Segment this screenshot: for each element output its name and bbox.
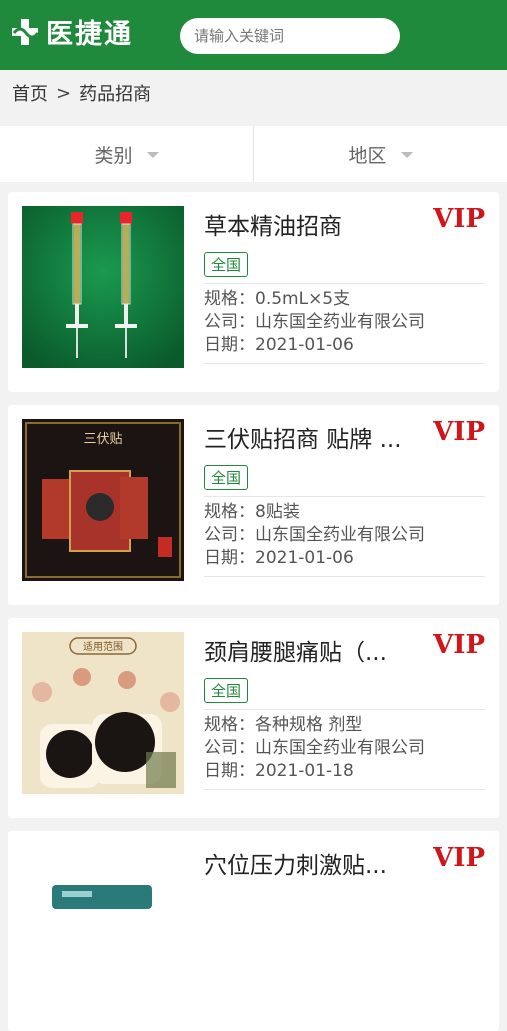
pain-patch-image: 适用范围 [22, 632, 184, 794]
divider [204, 283, 485, 284]
chevron-down-icon [146, 152, 159, 158]
spec-value: 各种规格 剂型 [255, 715, 363, 735]
breadcrumb-home[interactable]: 首页 [12, 80, 48, 106]
vip-badge: VIP [433, 417, 485, 447]
date-value: 2021-01-18 [255, 761, 354, 781]
category-filter[interactable]: 类别 [0, 126, 254, 182]
chevron-down-icon [400, 152, 413, 158]
company-row: 公司：山东国全药业有限公司 [204, 312, 425, 332]
vip-badge: VIP [433, 204, 485, 234]
spec-row: 规格：8贴装 [204, 502, 300, 522]
product-meta: 规格：0.5mL×5支 公司：山东国全药业有限公司 日期：2021-01-06 [204, 288, 485, 357]
date-row: 日期：2021-01-06 [204, 548, 354, 568]
company-value: 山东国全药业有限公司 [255, 738, 425, 758]
region-tag: 全国 [204, 252, 249, 277]
spec-row: 规格：各种规格 剂型 [204, 715, 363, 735]
product-title[interactable]: 三伏贴招商 贴牌 ... [204, 425, 414, 455]
company-row: 公司：山东国全药业有限公司 [204, 738, 425, 758]
plaster-box-image: 三伏贴 [22, 419, 184, 581]
date-value: 2021-01-06 [255, 548, 354, 568]
region-tag: 全国 [204, 678, 249, 703]
app-header: 医捷通 [0, 0, 507, 70]
breadcrumb: 首页 > 药品招商 [0, 70, 507, 116]
logo-icon [8, 15, 42, 49]
product-card[interactable]: 三伏贴 三伏贴招商 贴牌 ... 全国 规格：8贴装 公司：山东国全药业有限公司… [8, 405, 499, 605]
date-row: 日期：2021-01-06 [204, 335, 354, 355]
product-card[interactable]: 草本精油招商 全国 规格：0.5mL×5支 公司：山东国全药业有限公司 日期：2… [8, 192, 499, 392]
product-card[interactable]: 穴位压力刺激贴... VIP [8, 831, 499, 1031]
logo[interactable]: 医捷通 [8, 12, 133, 51]
box-title-text: 三伏贴 [83, 432, 122, 447]
search-input[interactable] [180, 18, 400, 54]
divider [204, 709, 485, 710]
product-meta: 规格：各种规格 剂型 公司：山东国全药业有限公司 日期：2021-01-18 [204, 714, 485, 783]
breadcrumb-current: 药品招商 [79, 84, 152, 105]
vip-badge: VIP [433, 843, 485, 873]
divider [204, 576, 485, 577]
spec-row: 规格：0.5mL×5支 [204, 289, 351, 309]
region-filter[interactable]: 地区 [254, 126, 507, 182]
region-filter-label: 地区 [348, 144, 387, 167]
company-value: 山东国全药业有限公司 [255, 312, 425, 332]
logo-text: 医捷通 [46, 19, 133, 50]
company-row: 公司：山东国全药业有限公司 [204, 525, 425, 545]
acupoint-patch-image [22, 845, 184, 1007]
company-value: 山东国全药业有限公司 [255, 525, 425, 545]
divider [204, 363, 485, 364]
product-title[interactable]: 穴位压力刺激贴... [204, 851, 414, 881]
vip-badge: VIP [433, 630, 485, 660]
product-list: 草本精油招商 全国 规格：0.5mL×5支 公司：山东国全药业有限公司 日期：2… [0, 182, 507, 1031]
region-tag: 全国 [204, 465, 249, 490]
image-caption-text: 适用范围 [83, 640, 123, 653]
date-value: 2021-01-06 [255, 335, 354, 355]
product-card[interactable]: 适用范围 颈肩腰腿痛贴（... 全国 规格：各种规格 剂型 公司：山东国全药业有… [8, 618, 499, 818]
date-row: 日期：2021-01-18 [204, 761, 354, 781]
product-title[interactable]: 草本精油招商 [204, 212, 414, 242]
spec-value: 0.5mL×5支 [255, 289, 351, 309]
divider [204, 496, 485, 497]
category-filter-label: 类别 [94, 144, 133, 167]
syringe-image [22, 206, 184, 368]
breadcrumb-separator: > [56, 82, 72, 104]
filter-bar: 类别 地区 [0, 126, 507, 182]
spec-value: 8贴装 [255, 502, 300, 522]
product-title[interactable]: 颈肩腰腿痛贴（... [204, 638, 414, 668]
divider [204, 789, 485, 790]
product-meta: 规格：8贴装 公司：山东国全药业有限公司 日期：2021-01-06 [204, 501, 485, 570]
